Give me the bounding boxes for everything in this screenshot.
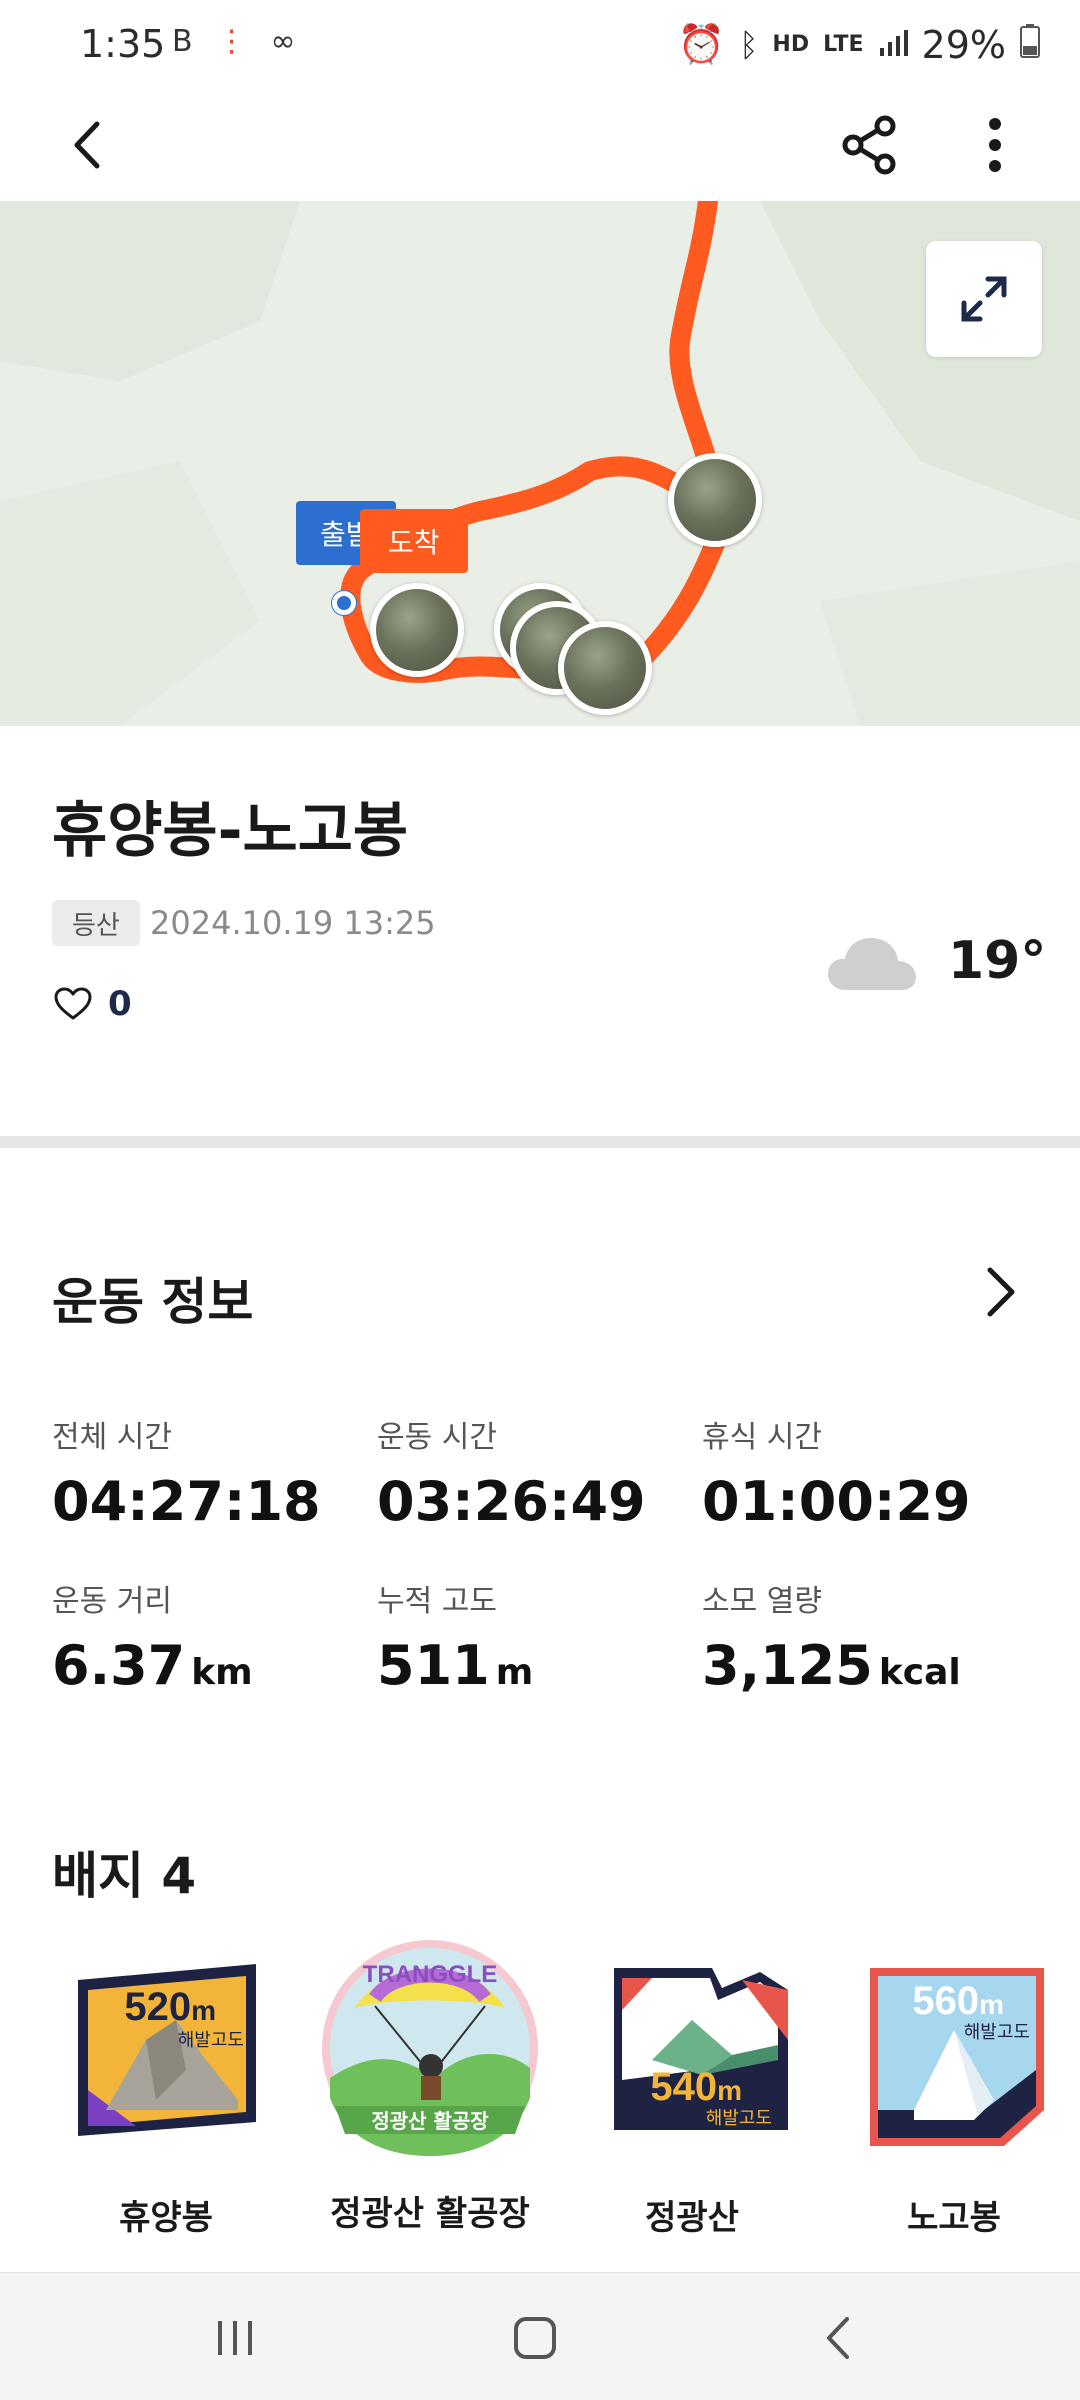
paragliding-badge-icon: TRANGGLE 정광산 활공장 [315,1938,545,2158]
stat-exercise-time: 운동 시간 03:26:49 [377,1412,646,1533]
alarm-icon: ⏰ [677,22,726,66]
app-icon: ∞ [270,24,296,59]
like-button[interactable]: 0 [54,984,132,1024]
stat-value: 04:27:18 [52,1470,321,1533]
stat-label: 운동 거리 [52,1584,172,1619]
heart-icon [54,987,92,1020]
badge-item[interactable]: TRANGGLE 정광산 활공장 정광산 활공장 [310,1940,550,2235]
chevron-left-icon [74,121,100,169]
stat-unit: km [191,1652,253,1693]
badge-name: 정광산 활공장 [330,2194,530,2234]
svg-text:해발고도: 해발고도 [706,2108,772,2129]
stat-calories: 소모 열량 3,125 kcal [702,1576,961,1697]
badge-name: 노고봉 [907,2198,1001,2238]
route-map[interactable]: 출발 도착 [0,201,1080,726]
route-photo[interactable] [370,583,464,677]
system-back-button[interactable] [805,2303,875,2373]
stat-unit: m [495,1652,534,1693]
stat-value: 3,125 kcal [702,1634,961,1697]
expand-map-button[interactable] [926,241,1042,357]
b-tv-icon: B [172,24,193,59]
like-count: 0 [108,984,132,1024]
stat-label: 전체 시간 [52,1420,172,1455]
bluetooth-icon: ᛒ [739,25,759,64]
status-time: 1:35 [80,22,166,66]
activity-datetime: 2024.10.19 13:25 [150,904,436,942]
end-pin: 도착 [360,509,468,573]
stat-unit: kcal [878,1652,961,1693]
svg-text:TRANGGLE: TRANGGLE [363,1961,498,1988]
weather: 19° [826,930,1046,992]
peak-badge-icon: 540m 해발고도 [592,1950,792,2150]
badge-name: 휴양봉 [119,2198,213,2238]
chevron-right-icon [987,1267,1015,1317]
share-icon [842,115,896,175]
svg-text:해발고도: 해발고도 [964,2022,1030,2043]
stat-label: 누적 고도 [377,1584,497,1619]
exercise-info-detail-button[interactable] [980,1262,1020,1322]
snow-peak-badge-icon: 560m 해발고도 [854,1950,1054,2150]
badge-item[interactable]: 560m 해발고도 노고봉 [834,1950,1074,2239]
home-button[interactable] [500,2303,570,2373]
stat-value: 511 m [377,1634,534,1697]
expand-icon [961,276,1007,322]
battery-icon [1020,23,1040,67]
stat-total-time: 전체 시간 04:27:18 [52,1412,321,1533]
status-right: ⏰ ᛒ HD LTE 29% [678,22,1040,67]
svg-text:해발고도: 해발고도 [178,2030,244,2051]
back-button[interactable] [55,110,125,180]
section-divider [0,1136,1080,1148]
cloud-icon [828,938,916,990]
recent-apps-icon [218,2321,252,2355]
share-button[interactable] [835,110,905,180]
exercise-info-title: 운동 정보 [52,1273,254,1331]
system-nav-bar [0,2272,1080,2400]
t-icon: ⋮ [216,24,247,59]
stat-distance: 운동 거리 6.37 km [52,1576,253,1697]
stat-elevation-gain: 누적 고도 511 m [377,1576,533,1697]
recent-apps-button[interactable] [200,2303,270,2373]
svg-text:정광산 활공장: 정광산 활공장 [371,2109,489,2133]
app-bar [0,90,1080,200]
home-icon [514,2317,556,2359]
badge-name: 정광산 [645,2198,739,2238]
stat-value: 6.37 km [52,1634,253,1697]
location-dot [332,591,356,615]
battery-percent: 29% [921,22,1006,67]
activity-type-tag: 등산 [52,900,140,946]
route-photo[interactable] [668,453,762,547]
stat-value: 03:26:49 [377,1470,646,1533]
stat-label: 휴식 시간 [702,1420,822,1455]
badges-title: 배지 4 [52,1847,197,1905]
more-options-button[interactable] [960,110,1030,180]
hd-voice-icon: HD [772,31,810,57]
back-icon [827,2317,849,2359]
stat-label: 소모 열량 [702,1584,822,1619]
lte-label: LTE [823,31,864,57]
stat-rest-time: 휴식 시간 01:00:29 [702,1412,971,1533]
stat-label: 운동 시간 [377,1420,497,1455]
signal-icon [878,23,908,67]
activity-title: 휴양봉-노고봉 [52,796,409,866]
notification-icons: B ⋮ ∞ [172,24,296,59]
route-photo[interactable] [558,621,652,715]
status-bar: 1:35 B ⋮ ∞ ⏰ ᛒ HD LTE 29% [0,0,1080,90]
more-vertical-icon [989,118,1001,172]
stat-value: 01:00:29 [702,1470,971,1533]
badge-item[interactable]: 540m 해발고도 정광산 [572,1950,812,2239]
temperature: 19° [948,931,1047,991]
mountain-badge-icon: 520m 해발고도 [66,1950,266,2150]
badge-item[interactable]: 520m 해발고도 휴양봉 [46,1950,286,2239]
